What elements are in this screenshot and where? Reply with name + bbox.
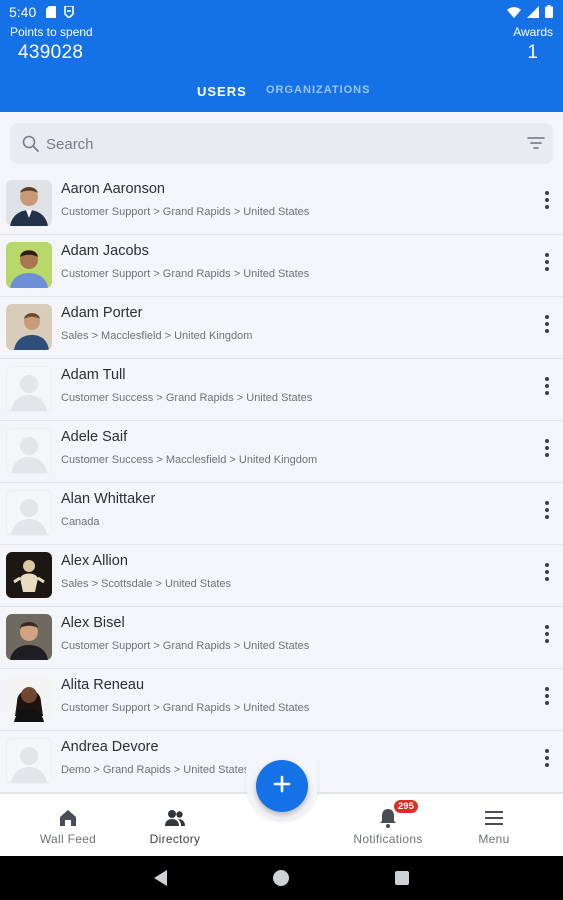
more-options-icon[interactable] [541,683,553,709]
user-name: Alita Reneau [61,677,145,693]
add-button[interactable] [256,760,308,812]
user-name: Adam Jacobs [61,243,149,259]
awards-label: Awards [513,25,553,39]
nav-directory[interactable]: Directory [130,794,220,857]
search-input[interactable] [46,131,486,157]
avatar [6,552,52,598]
more-options-icon[interactable] [541,559,553,585]
more-options-icon[interactable] [541,373,553,399]
more-options-icon[interactable] [541,311,553,337]
sd-card-icon [46,5,56,23]
wifi-icon [507,5,521,23]
notification-badge: 295 [394,800,418,813]
nav-label: Wall Feed [39,832,97,846]
points-label: Points to spend [10,25,93,39]
avatar [6,614,52,660]
home-circle-icon[interactable] [273,870,289,886]
user-subtitle: Demo > Grand Rapids > United States [61,764,250,776]
recents-icon[interactable] [395,871,409,885]
user-name: Alex Allion [61,553,128,569]
status-bar: 5:40 [0,0,563,24]
nav-menu[interactable]: Menu [449,794,539,857]
user-name: Aaron Aaronson [61,181,165,197]
system-navigation-bar [0,856,563,900]
more-options-icon[interactable] [541,435,553,461]
nav-label: Notifications [353,832,423,846]
avatar-placeholder [6,490,52,536]
more-options-icon[interactable] [541,745,553,771]
user-subtitle: Customer Support > Grand Rapids > United… [61,640,310,652]
user-name: Andrea Devore [61,739,159,755]
avatar [6,304,52,350]
user-name: Alan Whittaker [61,491,156,507]
nav-notifications[interactable]: 295 Notifications [343,794,433,857]
list-item[interactable]: Alex Bisel Customer Support > Grand Rapi… [0,607,563,669]
nav-wall-feed[interactable]: Wall Feed [23,794,113,857]
user-subtitle: Customer Support > Grand Rapids > United… [61,206,310,218]
points-value: 439028 [18,42,84,63]
people-icon [164,808,186,828]
more-options-icon[interactable] [541,497,553,523]
list-item[interactable]: Adam Jacobs Customer Support > Grand Rap… [0,235,563,297]
avatar-placeholder [6,738,52,784]
status-time: 5:40 [9,4,37,20]
list-item[interactable]: Aaron Aaronson Customer Support > Grand … [0,173,563,235]
avatar-placeholder [6,366,52,412]
list-item[interactable]: Alex Allion Sales > Scottsdale > United … [0,545,563,607]
avatar-placeholder [6,428,52,474]
app-header: 5:40 Points to spend 439028 Awards 1 USE… [0,0,563,112]
shield-icon [64,5,74,23]
more-options-icon[interactable] [541,621,553,647]
list-item[interactable]: Adam Tull Customer Success > Grand Rapid… [0,359,563,421]
user-subtitle: Customer Success > Macclesfield > United… [61,454,318,466]
user-subtitle: Customer Support > Grand Rapids > United… [61,702,310,714]
search-bar[interactable] [10,123,553,164]
user-subtitle: Customer Success > Grand Rapids > United… [61,392,313,404]
avatar [6,242,52,288]
user-list: Aaron Aaronson Customer Support > Grand … [0,173,563,793]
avatar [6,676,52,722]
tab-organizations[interactable]: ORGANIZATIONS [266,84,370,96]
search-icon [22,135,39,157]
user-subtitle: Customer Support > Grand Rapids > United… [61,268,310,280]
user-subtitle: Canada [61,516,100,528]
avatar [6,180,52,226]
nav-label: Directory [149,832,201,846]
user-subtitle: Sales > Scottsdale > United States [61,578,231,590]
awards-value: 1 [527,42,538,63]
user-name: Alex Bisel [61,615,125,631]
hamburger-icon [483,808,505,828]
list-item[interactable]: Adam Porter Sales > Macclesfield > Unite… [0,297,563,359]
filter-icon[interactable] [527,136,545,155]
user-name: Adam Tull [61,367,126,383]
list-item[interactable]: Alita Reneau Customer Support > Grand Ra… [0,669,563,731]
back-icon[interactable] [154,870,168,891]
plus-icon [273,775,291,798]
home-icon [57,808,79,828]
signal-icon [527,5,539,23]
user-subtitle: Sales > Macclesfield > United Kingdom [61,330,253,342]
list-item[interactable]: Alan Whittaker Canada [0,483,563,545]
user-name: Adam Porter [61,305,143,321]
tab-users[interactable]: USERS [197,84,247,99]
list-item[interactable]: Adele Saif Customer Success > Macclesfie… [0,421,563,483]
user-name: Adele Saif [61,429,128,445]
battery-icon [545,5,553,23]
more-options-icon[interactable] [541,187,553,213]
nav-label: Menu [478,832,510,846]
more-options-icon[interactable] [541,249,553,275]
